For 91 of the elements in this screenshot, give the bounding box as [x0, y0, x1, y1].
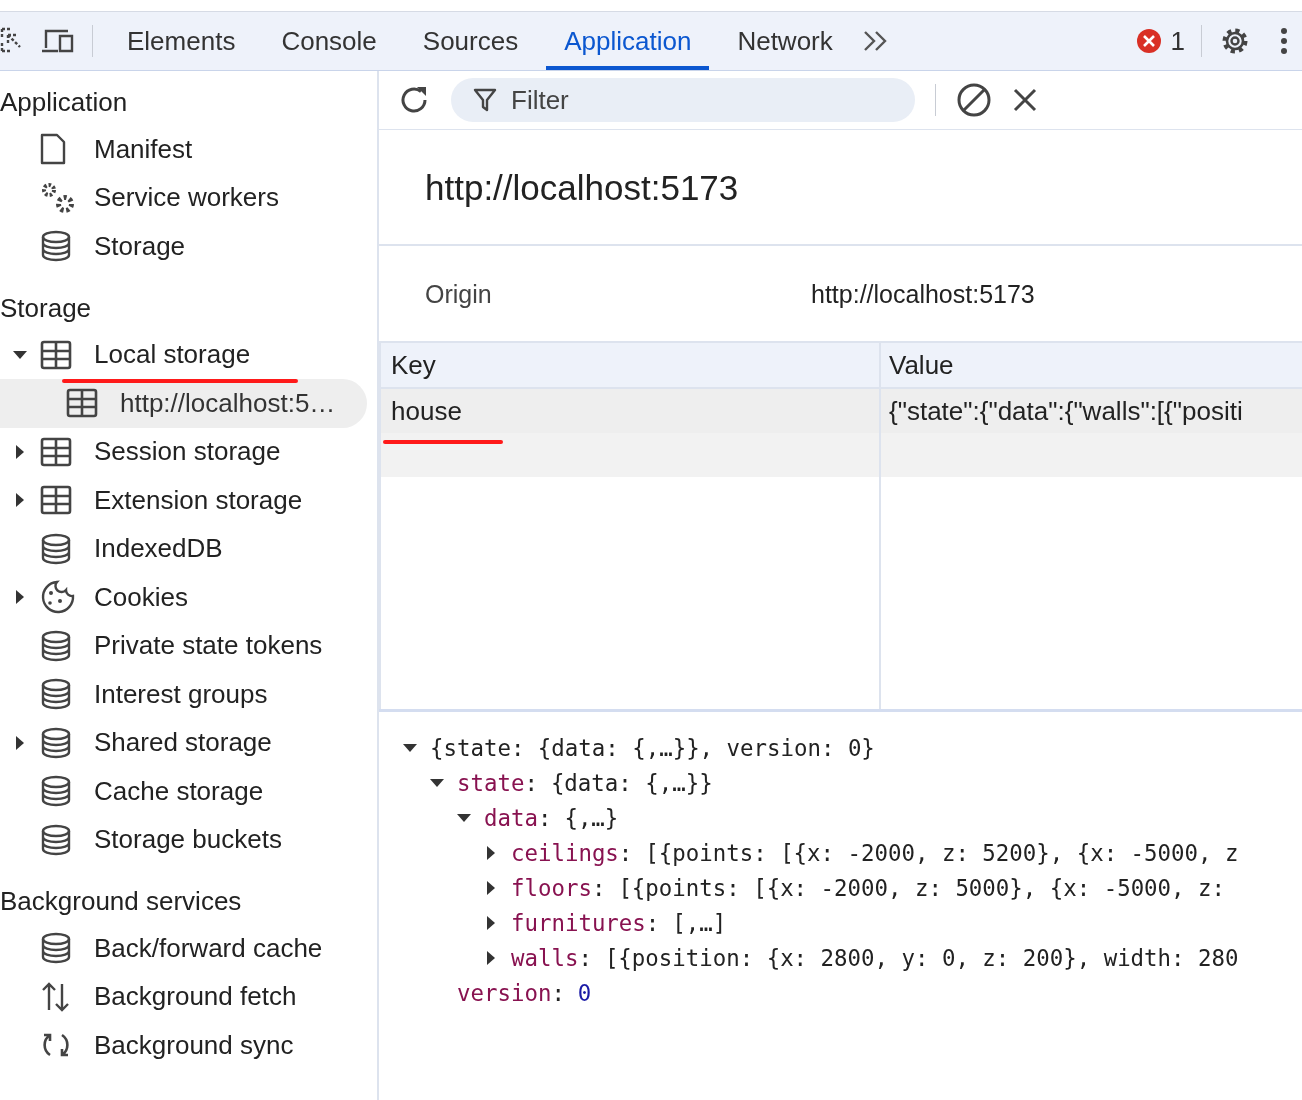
table-icon — [40, 436, 72, 467]
file-icon — [40, 133, 66, 166]
json-key: state — [457, 769, 525, 796]
json-value: {data: {,…}} — [550, 769, 713, 796]
sidebar-item-label: IndexedDB — [94, 533, 223, 565]
sidebar-item-row[interactable]: Interest groups — [0, 670, 367, 719]
sidebar-item-label: Private state tokens — [94, 630, 323, 662]
sidebar-item-row[interactable]: Background sync — [0, 1021, 367, 1070]
colon: : — [645, 909, 660, 936]
json-key: furnitures — [511, 909, 646, 936]
column-header[interactable]: Value — [879, 343, 1302, 387]
sidebar-item-label: Cookies — [94, 581, 188, 613]
sidebar-item-row[interactable]: Storage — [0, 222, 367, 271]
section-heading: Storage — [0, 291, 93, 325]
sidebar-item-label: Local storage — [94, 339, 251, 371]
sidebar-item-row[interactable]: Shared storage — [0, 718, 367, 767]
sidebar-item-row[interactable]: Cache storage — [0, 767, 367, 816]
json-value: 0 — [577, 979, 592, 1006]
sidebar-item-row[interactable]: Cookies — [0, 573, 367, 622]
json-value: [,…] — [672, 909, 727, 936]
error-count[interactable]: 1 — [1170, 25, 1185, 57]
json-summary: {state: {data: {,…}}, version: 0} — [430, 734, 875, 761]
json-key: walls — [511, 944, 579, 971]
json-key: data — [484, 804, 538, 831]
sidebar-item-row[interactable]: IndexedDB — [0, 524, 367, 573]
clear-all-icon[interactable] — [956, 82, 992, 118]
panel-tab[interactable]: Application — [546, 12, 710, 70]
sidebar-item-label: Extension storage — [94, 484, 303, 516]
section-heading: Background services — [0, 885, 243, 918]
sidebar-item-label: Session storage — [94, 436, 281, 468]
more-menu-icon[interactable] — [1280, 27, 1288, 55]
sidebar-item-label: Manifest — [94, 133, 193, 165]
table-icon — [40, 339, 72, 370]
table-icon — [66, 388, 98, 419]
colon: : — [551, 979, 565, 1006]
sidebar-item-row[interactable]: Session storage — [0, 427, 367, 476]
filter-field[interactable]: Filter — [451, 78, 915, 122]
cookie-icon — [40, 580, 76, 615]
sidebar-item-label: Service workers — [94, 182, 279, 214]
sidebar-item-label: http://localhost:5… — [120, 387, 336, 419]
database-icon — [40, 823, 72, 856]
sidebar-item-label: Background fetch — [94, 981, 297, 1013]
json-value: {,…} — [564, 804, 619, 831]
close-icon[interactable] — [1012, 87, 1038, 113]
json-key: version — [457, 979, 552, 1006]
colon: : — [618, 839, 633, 866]
colon: : — [578, 944, 592, 971]
panel-tab[interactable]: Sources — [404, 12, 537, 70]
origin-title: http://localhost:5173 — [379, 130, 1302, 246]
database-icon — [40, 629, 72, 662]
database-icon — [40, 532, 72, 565]
sidebar-item-label: Back/forward cache — [94, 932, 323, 964]
panel-tab[interactable]: Elements — [109, 12, 254, 70]
json-value: [{points: [{x: -2000, z: 5200}, {x: -5000, z — [645, 839, 1239, 866]
sidebar-item-row[interactable]: Manifest — [0, 125, 367, 174]
origin-label: Origin — [425, 280, 493, 309]
sidebar-item-row[interactable]: Local storage — [0, 330, 367, 379]
column-header[interactable]: Key — [379, 343, 879, 387]
colon: : — [524, 769, 538, 796]
database-icon — [40, 230, 72, 263]
sidebar-item-label: Storage buckets — [94, 824, 282, 856]
key-text: house — [391, 396, 462, 426]
panel-tab[interactable]: Console — [263, 12, 395, 70]
sidebar-item-label: Background sync — [94, 1029, 294, 1061]
sidebar-item-row[interactable]: Service workers — [0, 173, 367, 222]
database-icon — [40, 678, 72, 711]
colon: : — [537, 804, 552, 831]
sidebar-item-label: Storage — [94, 230, 186, 262]
json-key: ceilings — [511, 839, 619, 866]
panel-tab[interactable]: Network — [719, 12, 851, 70]
colon: : — [591, 874, 606, 901]
sidebar-item-label: Shared storage — [94, 727, 272, 759]
sidebar-item-label: Cache storage — [94, 775, 264, 807]
error-icon — [1136, 29, 1161, 53]
sidebar-item-row[interactable]: Storage buckets — [0, 815, 367, 864]
json-value: [{points: [{x: -2000, z: 5000}, {x: -5000, z: — [618, 874, 1225, 901]
json-value: [{position: {x: 2800, y: 0, z: 200}, width: 280 — [604, 944, 1239, 971]
sidebar-item-row[interactable]: Back/forward cache — [0, 924, 367, 973]
database-icon — [40, 932, 72, 965]
sidebar-item-row[interactable]: Private state tokens — [0, 621, 367, 670]
filter-icon — [473, 87, 497, 113]
database-icon — [40, 775, 72, 808]
database-icon — [40, 726, 72, 759]
origin-value: http://localhost:5173 — [811, 280, 1035, 309]
sidebar-item-row[interactable]: Background fetch — [0, 972, 367, 1021]
sidebar-item-row[interactable]: Extension storage — [0, 476, 367, 525]
section-heading: Application — [0, 86, 129, 119]
json-key: floors — [511, 874, 592, 901]
selected-sidebar-item[interactable]: http://localhost:5… — [0, 379, 367, 428]
sidebar-item-label: Interest groups — [94, 678, 268, 710]
table-icon — [40, 485, 72, 516]
